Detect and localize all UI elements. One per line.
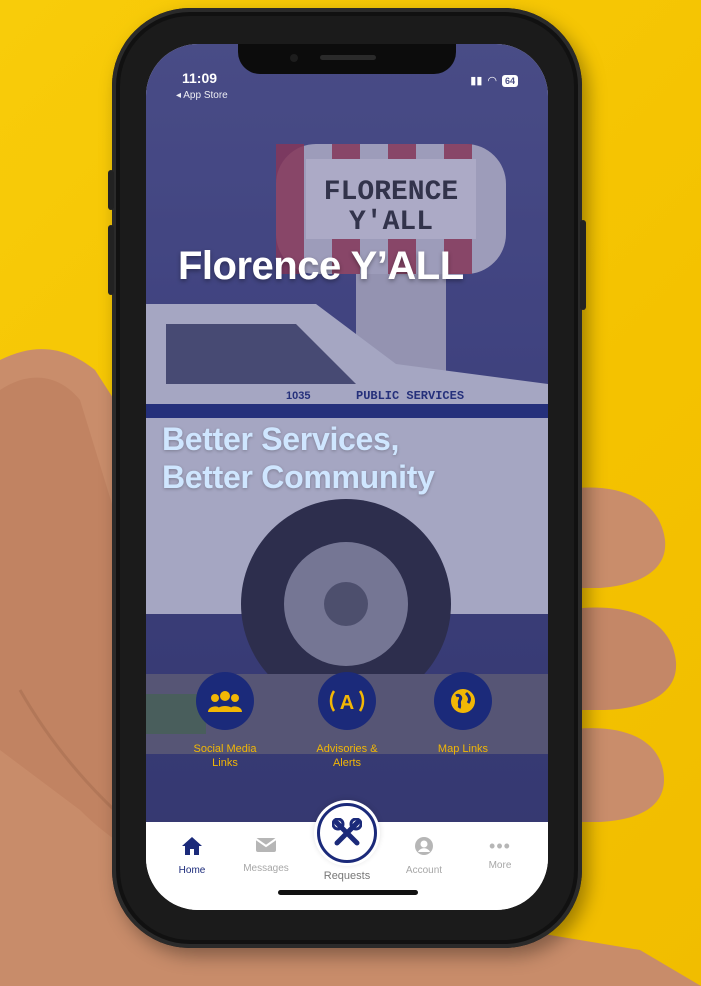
bottom-tab-bar: Home Messages Requests Account ••• More xyxy=(146,800,548,910)
tile-label: Map Links xyxy=(408,742,518,756)
phone-notch xyxy=(238,44,456,74)
phone-screen: FLORENCE Y'ALL 1035 PUBLIC SERVICES 11:0… xyxy=(146,44,548,910)
tab-home-label: Home xyxy=(178,865,206,876)
requests-button[interactable] xyxy=(314,800,380,866)
tile-label: Advisories & Alerts xyxy=(292,742,402,770)
tab-account-label: Account xyxy=(405,865,443,876)
tab-requests-label: Requests xyxy=(323,870,371,882)
tab-account[interactable]: Account xyxy=(392,836,456,876)
status-time: 11:09 xyxy=(182,70,218,86)
battery-icon: 64 xyxy=(501,74,518,87)
tile-label-line1: Social Media xyxy=(193,743,257,755)
tile-label: Social Media Links xyxy=(170,742,280,770)
earpiece-speaker xyxy=(320,55,376,60)
tools-icon xyxy=(317,803,377,863)
broadcast-icon: A xyxy=(318,672,376,730)
globe-icon xyxy=(434,672,492,730)
tile-label-line2: Alerts xyxy=(332,757,362,769)
tile-advisories-alerts[interactable]: A Advisories & Alerts xyxy=(292,672,402,770)
tile-map-links[interactable]: Map Links xyxy=(408,672,518,756)
tab-more-label: More xyxy=(488,860,512,871)
tagline-line2: Better Community xyxy=(162,459,435,495)
tile-label-line1: Map Links xyxy=(437,743,489,755)
tab-messages-label: Messages xyxy=(243,863,289,874)
tab-messages[interactable]: Messages xyxy=(234,836,298,874)
wifi-icon: ◠ xyxy=(487,75,497,87)
hero-background: FLORENCE Y'ALL 1035 PUBLIC SERVICES 11:0… xyxy=(146,44,548,822)
tagline-line1: Better Services, xyxy=(162,421,400,457)
tab-more[interactable]: ••• More xyxy=(468,836,532,871)
tile-social-media-links[interactable]: Social Media Links xyxy=(170,672,280,770)
svg-text:A: A xyxy=(340,692,354,714)
volume-up-button xyxy=(108,170,114,210)
envelope-icon xyxy=(255,838,277,852)
volume-down-button xyxy=(108,225,114,295)
quick-links: Social Media Links A Advisories & Alerts xyxy=(146,672,548,792)
tile-label-line1: Advisories & xyxy=(316,743,378,755)
account-icon xyxy=(415,837,433,855)
users-icon xyxy=(196,672,254,730)
tagline: Better Services, Better Community xyxy=(162,420,435,496)
home-icon xyxy=(182,837,202,855)
signal-icon: ▮▮ xyxy=(470,75,483,87)
home-indicator xyxy=(278,890,418,895)
app-title: Florence Y’ALL xyxy=(178,244,464,288)
front-camera xyxy=(290,54,298,62)
status-icons: ▮▮ ◠ 64 xyxy=(470,74,518,87)
tile-label-line2: Links xyxy=(212,757,238,769)
ellipsis-icon: ••• xyxy=(489,836,511,856)
tab-home[interactable]: Home xyxy=(160,836,224,876)
power-button xyxy=(580,220,586,310)
back-to-app-store-link[interactable]: ◂ App Store xyxy=(176,90,228,101)
